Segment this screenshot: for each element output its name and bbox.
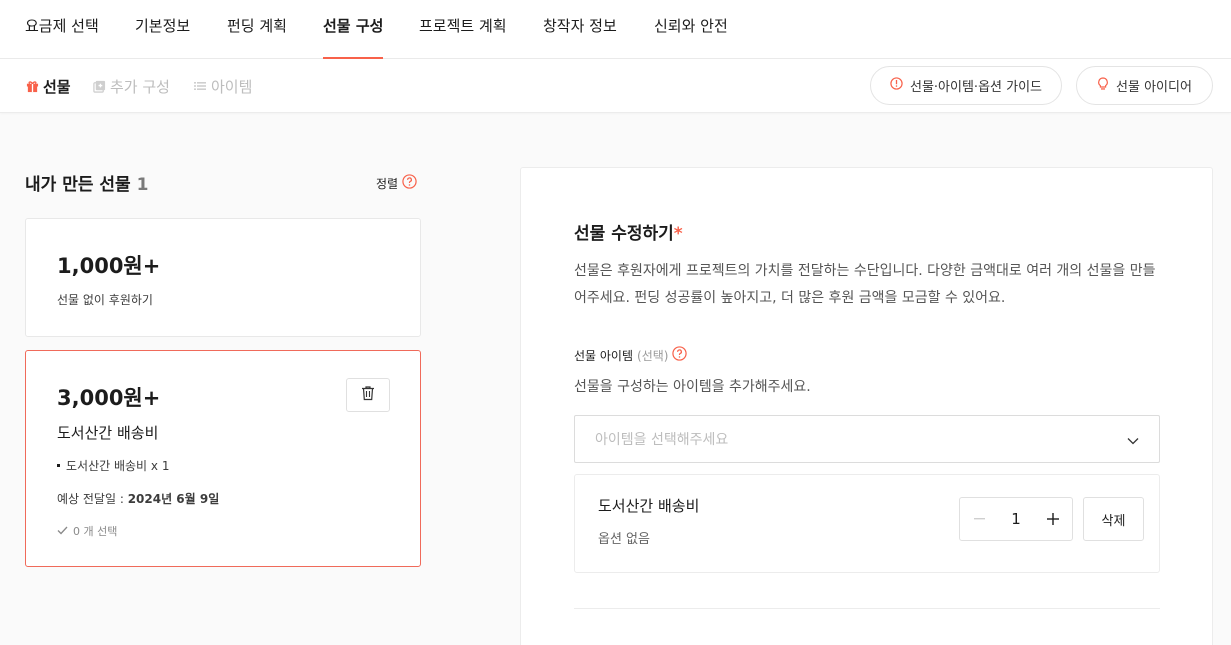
guide-button[interactable]: 선물·아이템·옵션 가이드: [870, 66, 1062, 105]
item-field-label: 선물 아이템 (선택): [574, 346, 688, 364]
lightbulb-icon: [1097, 76, 1109, 95]
plus-icon: [1047, 513, 1059, 525]
reward-selected-count: 0 개 선택: [57, 523, 117, 539]
subtab-add-on[interactable]: 추가 구성: [92, 76, 170, 96]
delete-reward-button[interactable]: [346, 378, 390, 412]
increment-button[interactable]: [1034, 498, 1072, 540]
panel-title: 선물 수정하기*: [574, 219, 683, 244]
my-rewards-title: 내가 만든 선물 1: [25, 170, 148, 195]
edit-reward-panel: 선물 수정하기* 선물은 후원자에게 프로젝트의 가치를 전달하는 수단입니다.…: [520, 167, 1213, 645]
item-optional-text: (선택): [637, 348, 669, 363]
item-label-text: 선물 아이템: [574, 348, 634, 363]
top-tab-bar: 요금제 선택 기본정보 펀딩 계획 선물 구성 프로젝트 계획 창작자 정보 신…: [0, 0, 1231, 59]
reward-item-line: 도서산간 배송비 x 1: [57, 457, 169, 474]
panel-title-text: 선물 수정하기: [574, 224, 674, 244]
delete-item-button[interactable]: 삭제: [1083, 497, 1144, 541]
reward-description: 선물 없이 후원하기: [57, 293, 153, 307]
reward-delivery: 예상 전달일 : 2024년 6월 9일: [57, 490, 219, 507]
reward-card[interactable]: 1,000원+ 선물 없이 후원하기: [25, 218, 421, 337]
item-option: 옵션 없음: [598, 532, 650, 547]
list-icon: [193, 79, 207, 93]
sort-label: 정렬: [376, 176, 399, 191]
reward-idea-button[interactable]: 선물 아이디어: [1076, 66, 1213, 105]
sub-nav-bar: 선물 추가 구성 아이템 선물·아이템·옵션 가이드 선물 아이디어: [0, 59, 1231, 113]
subtab-reward[interactable]: 선물: [25, 76, 71, 96]
minus-icon: [973, 518, 985, 520]
item-name: 도서산간 배송비: [598, 497, 700, 515]
subtab-items-label: 아이템: [211, 77, 253, 96]
reward-name: 도서산간 배송비: [57, 424, 159, 442]
question-circle-icon[interactable]: [672, 346, 688, 364]
reward-price: 3,000원+: [57, 386, 161, 410]
reward-card-selected[interactable]: 3,000원+ 도서산간 배송비 도서산간 배송비 x 1 예상 전달일 : 2…: [25, 350, 421, 567]
question-circle-icon: [402, 174, 417, 192]
chevron-down-icon: [1127, 433, 1139, 449]
my-rewards-count: 1: [136, 175, 149, 195]
tab-creator-info[interactable]: 창작자 정보: [543, 0, 617, 59]
trash-icon: [361, 385, 375, 405]
section-divider: [574, 608, 1160, 609]
tab-reward-setup[interactable]: 선물 구성: [323, 0, 384, 59]
my-rewards-title-text: 내가 만든 선물: [25, 175, 131, 195]
bullet-icon: [57, 464, 60, 467]
tab-project-plan[interactable]: 프로젝트 계획: [419, 0, 507, 59]
reward-idea-label: 선물 아이디어: [1116, 80, 1192, 95]
tab-plan[interactable]: 요금제 선택: [25, 0, 99, 59]
item-help-text: 선물을 구성하는 아이템을 추가해주세요.: [574, 379, 811, 395]
delivery-date: 2024년 6월 9일: [127, 492, 220, 506]
info-circle-icon: [890, 77, 903, 94]
subtab-reward-label: 선물: [43, 77, 71, 96]
tab-basic-info[interactable]: 기본정보: [135, 0, 190, 59]
quantity-stepper: 1: [959, 497, 1073, 541]
subtab-add-on-label: 추가 구성: [110, 77, 170, 96]
sort-button[interactable]: 정렬: [376, 174, 417, 192]
tab-funding-plan[interactable]: 펀딩 계획: [227, 0, 287, 59]
required-mark: *: [673, 224, 683, 244]
subtab-items[interactable]: 아이템: [193, 76, 252, 96]
delivery-label: 예상 전달일 :: [57, 492, 128, 506]
item-select-placeholder: 아이템을 선택해주세요: [595, 432, 729, 448]
selected-count-text: 0 개 선택: [73, 525, 118, 538]
reward-price: 1,000원+: [57, 254, 161, 278]
panel-description: 선물은 후원자에게 프로젝트의 가치를 전달하는 수단입니다. 다양한 금액대로…: [574, 263, 1156, 306]
gift-icon: [25, 79, 39, 93]
guide-button-label: 선물·아이템·옵션 가이드: [910, 80, 1042, 95]
decrement-button[interactable]: [960, 498, 998, 540]
item-select-dropdown[interactable]: 아이템을 선택해주세요: [574, 415, 1160, 463]
reward-item-text: 도서산간 배송비 x 1: [66, 459, 170, 473]
quantity-value[interactable]: 1: [998, 510, 1034, 528]
tab-trust-safety[interactable]: 신뢰와 안전: [654, 0, 728, 59]
selected-item-row: 도서산간 배송비 옵션 없음 1 삭제: [574, 474, 1160, 573]
add-copy-icon: [92, 79, 106, 93]
check-icon: [57, 525, 68, 538]
